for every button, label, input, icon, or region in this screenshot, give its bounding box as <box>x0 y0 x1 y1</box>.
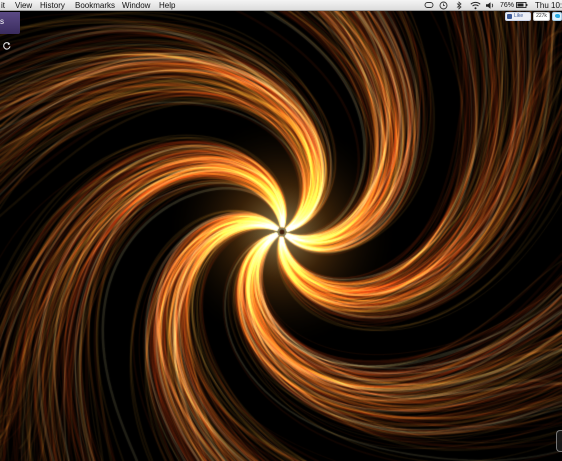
facebook-icon <box>507 14 512 19</box>
menu-view[interactable]: View <box>15 0 32 11</box>
screen: it View History Bookmarks Window Help 76… <box>0 0 562 461</box>
twitter-bird-icon <box>555 14 560 18</box>
menu-bookmarks[interactable]: Bookmarks <box>75 0 115 11</box>
wifi-icon[interactable] <box>470 0 481 11</box>
side-handle[interactable] <box>556 430 562 452</box>
battery-percent: 76% <box>500 2 515 9</box>
bluetooth-icon[interactable] <box>456 0 462 11</box>
tweet-button[interactable] <box>552 12 562 21</box>
sync-icon[interactable] <box>424 0 434 11</box>
fire-swirl-artwork[interactable] <box>0 0 562 461</box>
facebook-like-button[interactable]: Like <box>505 12 531 21</box>
battery-icon[interactable] <box>516 0 528 11</box>
menu-window[interactable]: Window <box>122 0 150 11</box>
menu-help[interactable]: Help <box>159 0 175 11</box>
menu-edit[interactable]: it <box>1 0 5 11</box>
side-tab-label: s <box>0 17 4 26</box>
facebook-like-label: Like <box>514 13 524 19</box>
clock[interactable]: Thu 10:2 <box>535 0 562 11</box>
time-machine-icon[interactable] <box>439 0 448 11</box>
volume-icon[interactable] <box>485 0 495 11</box>
menu-bar: it View History Bookmarks Window Help 76… <box>0 0 562 11</box>
menu-history[interactable]: History <box>40 0 65 11</box>
facebook-like-count: 227k <box>533 12 550 21</box>
side-tab[interactable]: s <box>0 12 20 34</box>
refresh-icon[interactable] <box>2 38 12 50</box>
